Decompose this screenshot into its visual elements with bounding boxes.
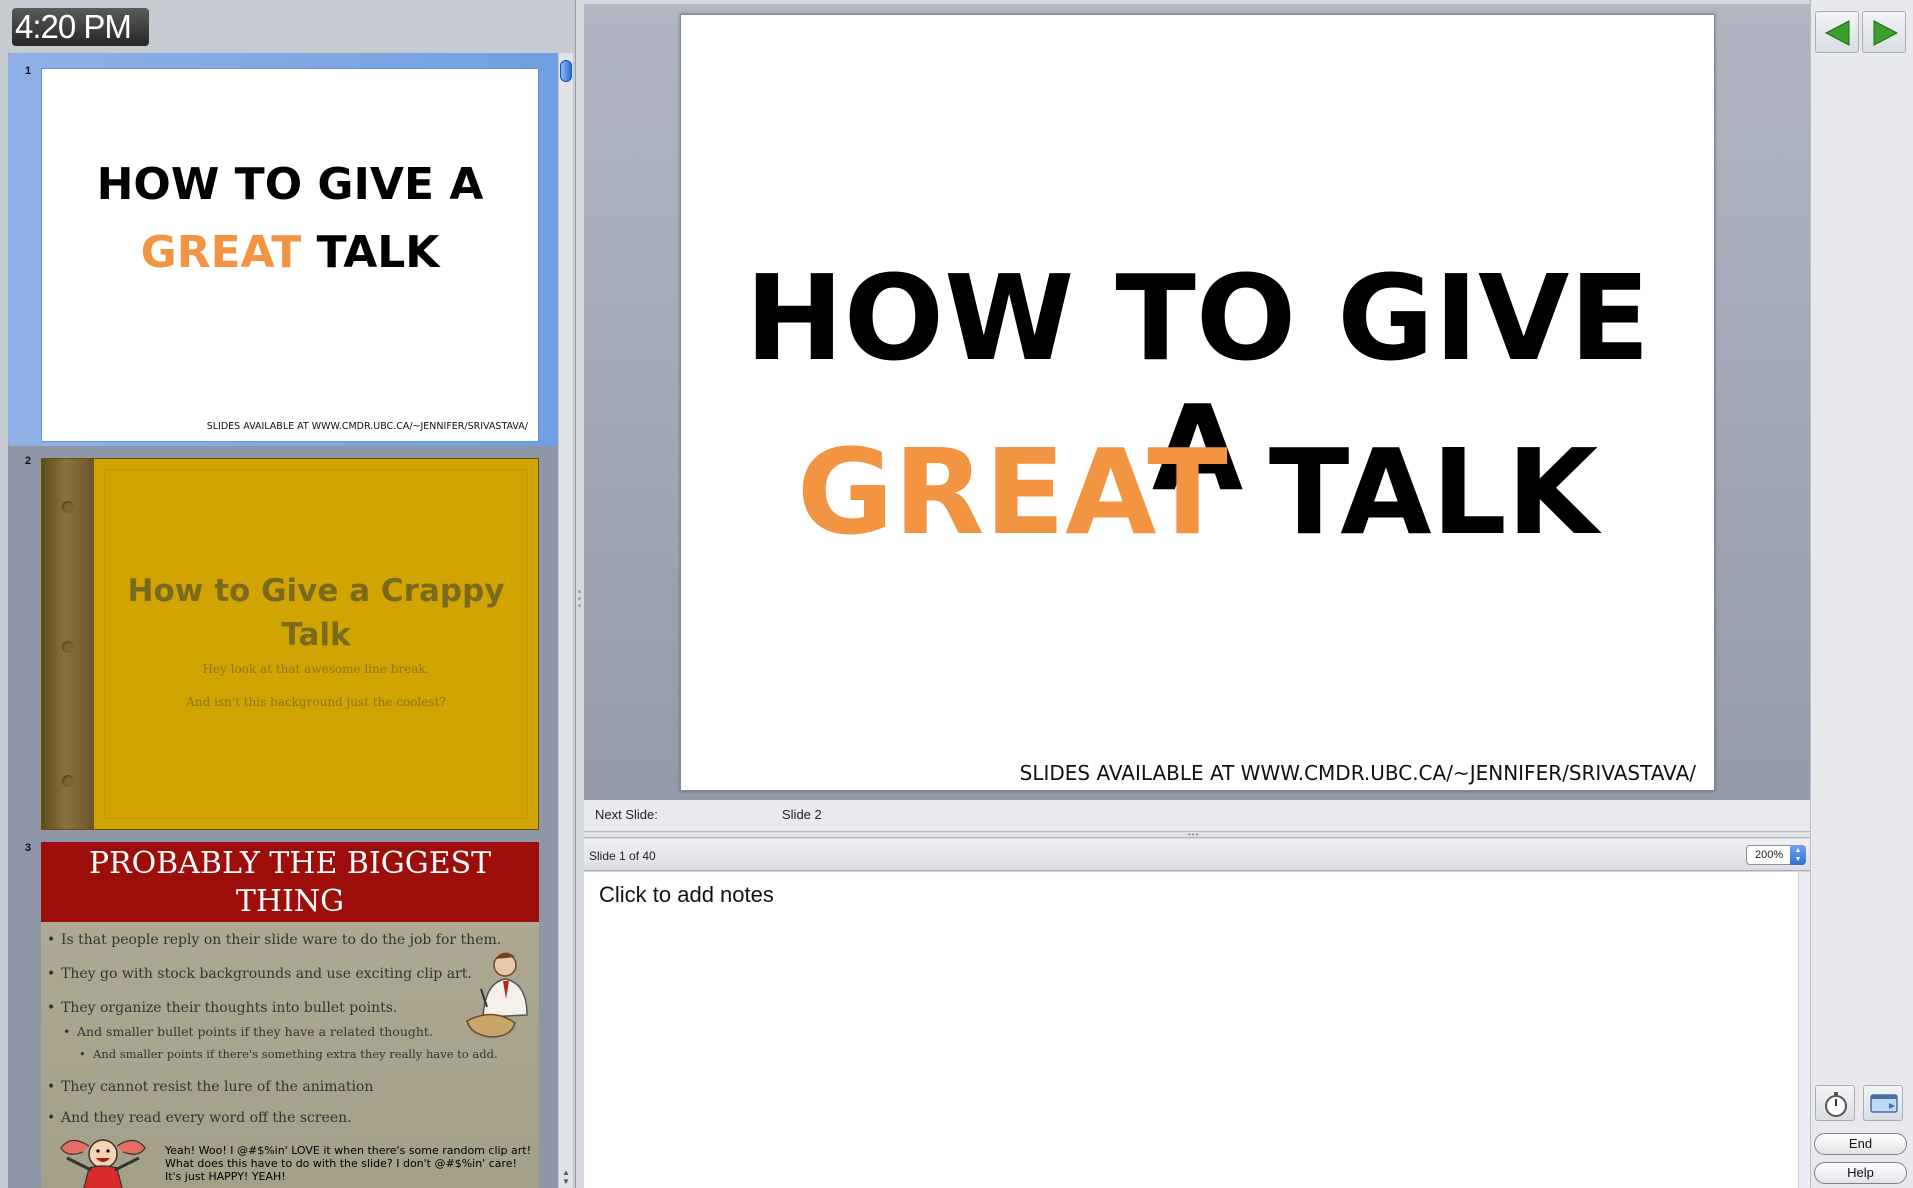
stopwatch-icon	[1825, 1092, 1847, 1117]
zoom-stepper-icon[interactable]: ▲ ▼	[1790, 845, 1806, 865]
grip-dot	[578, 597, 581, 600]
slide-bullet: They cannot resist the lure of the anima…	[47, 1079, 373, 1095]
screen-swap-icon	[1870, 1094, 1898, 1113]
slide-title-line1: HOW TO GIVE A	[96, 159, 484, 210]
current-slide-title-rest: TALK	[1268, 423, 1599, 561]
switch-display-button[interactable]	[1863, 1085, 1903, 1121]
notes-scrollbar[interactable]	[1798, 872, 1810, 1188]
notes-placeholder[interactable]: Click to add notes	[599, 882, 774, 908]
spine-rivet	[62, 775, 74, 787]
presenter-clipart-icon	[466, 952, 528, 1038]
slide-preview[interactable]: How to Give a Crappy Talk Hey look at th…	[41, 458, 539, 830]
book-spine-decoration	[42, 459, 94, 829]
slide-sidebar: 4:20 PM 1 HOW TO GIVE A GREAT TALK SLIDE…	[0, 0, 576, 1188]
slide-stage: HOW TO GIVE A GREAT TALK SLIDES AVAILABL…	[584, 4, 1810, 800]
slide-preview[interactable]: PROBABLY THE BIGGEST THING Is that peopl…	[41, 842, 539, 1188]
slide-number: 3	[25, 842, 32, 854]
slide-heading-line2: THING	[235, 884, 345, 919]
next-slide-value: Slide 2	[782, 807, 822, 822]
next-arrow-icon	[1873, 20, 1899, 46]
slide-thumbnail-1[interactable]: 1 HOW TO GIVE A GREAT TALK SLIDES AVAILA…	[8, 53, 558, 446]
slide-preview[interactable]: HOW TO GIVE A GREAT TALK SLIDES AVAILABL…	[41, 68, 539, 442]
slide-footer: SLIDES AVAILABLE AT WWW.CMDR.UBC.CA/~JEN…	[206, 421, 528, 432]
notes-header-bar: Slide 1 of 40 200% ▲ ▼	[584, 839, 1810, 871]
slide-title-rest: TALK	[316, 227, 440, 278]
slide-title: How to Give a Crappy Talk	[94, 569, 538, 657]
slide-thumbnail-2[interactable]: 2 How to Give a Crappy Talk Hey look at …	[8, 455, 558, 835]
previous-arrow-icon	[1824, 20, 1850, 46]
sidebar-resize-handle[interactable]	[576, 0, 584, 1188]
scrollbar-thumb[interactable]	[560, 60, 572, 82]
slide-count: Slide 1 of 40	[589, 849, 656, 863]
current-slide-title-line2: GREAT TALK	[681, 427, 1714, 557]
speaker-notes-area[interactable]: Click to add notes	[584, 872, 1798, 1188]
zoom-value: 200%	[1755, 849, 1784, 861]
scroll-arrows-icon[interactable]: ▲ ▼	[561, 1168, 571, 1186]
grip-dot	[578, 604, 581, 607]
end-show-button[interactable]: End	[1814, 1133, 1907, 1155]
slide-subtitle-2: And isn't this background just the coole…	[186, 695, 446, 709]
presenter-toolbar: End Help	[1810, 0, 1913, 1188]
current-slide[interactable]: HOW TO GIVE A GREAT TALK SLIDES AVAILABL…	[680, 14, 1715, 791]
slide-thumbnail-3[interactable]: 3 PROBABLY THE BIGGEST THING Is that peo…	[8, 837, 558, 1188]
slide-number: 2	[25, 455, 32, 467]
slide-subtitle-1: Hey look at that awesome line break.	[202, 662, 430, 676]
notes-resize-handle[interactable]: •••	[584, 830, 1810, 839]
slide-sub-bullet: And smaller bullet points if they have a…	[63, 1024, 433, 1039]
grip-dots-icon: •••	[1188, 830, 1200, 839]
clock-display: 4:20 PM	[12, 8, 149, 46]
slide-title-line2: GREAT TALK	[42, 227, 538, 278]
slide-number: 1	[25, 65, 32, 77]
timer-button[interactable]	[1815, 1085, 1855, 1121]
slide-heading: PROBABLY THE BIGGEST THING	[41, 842, 539, 922]
next-slide-button[interactable]	[1862, 11, 1906, 53]
spine-rivet	[62, 501, 74, 513]
slide-bullet: And they read every word off the screen.	[47, 1110, 352, 1126]
slide-title-line1: How to Give a Crappy	[127, 573, 505, 609]
spine-rivet	[62, 641, 74, 653]
slide-heading-line1: PROBABLY THE BIGGEST	[88, 846, 492, 881]
slide-exclamation-text: Yeah! Woo! I @#$%in' LOVE it when there'…	[165, 1144, 532, 1183]
next-slide-label: Next Slide:	[595, 807, 658, 822]
slide-bullet: Is that people reply on their slide ware…	[47, 932, 501, 948]
happy-girl-clipart-icon	[60, 1139, 146, 1188]
slide-sub-sub-bullet: And smaller points if there's something …	[79, 1047, 498, 1061]
thumbnail-scrollbar[interactable]: ▲ ▼	[559, 53, 573, 1188]
previous-slide-button[interactable]	[1815, 11, 1859, 53]
slide-title-accent: GREAT	[140, 227, 302, 278]
zoom-select[interactable]: 200% ▲ ▼	[1746, 845, 1806, 865]
grip-dot	[578, 590, 581, 593]
slide-bullet: They organize their thoughts into bullet…	[47, 1000, 397, 1016]
current-slide-title-accent: GREAT	[796, 423, 1228, 561]
slide-title-line2: Talk	[281, 617, 351, 653]
current-slide-footer: SLIDES AVAILABLE AT WWW.CMDR.UBC.CA/~JEN…	[1019, 761, 1696, 785]
slide-thumbnail-list[interactable]: 1 HOW TO GIVE A GREAT TALK SLIDES AVAILA…	[8, 53, 558, 1188]
help-button[interactable]: Help	[1814, 1162, 1907, 1184]
next-slide-bar: Next Slide: Slide 2	[584, 800, 1810, 832]
slide-bullet: They go with stock backgrounds and use e…	[47, 966, 472, 982]
